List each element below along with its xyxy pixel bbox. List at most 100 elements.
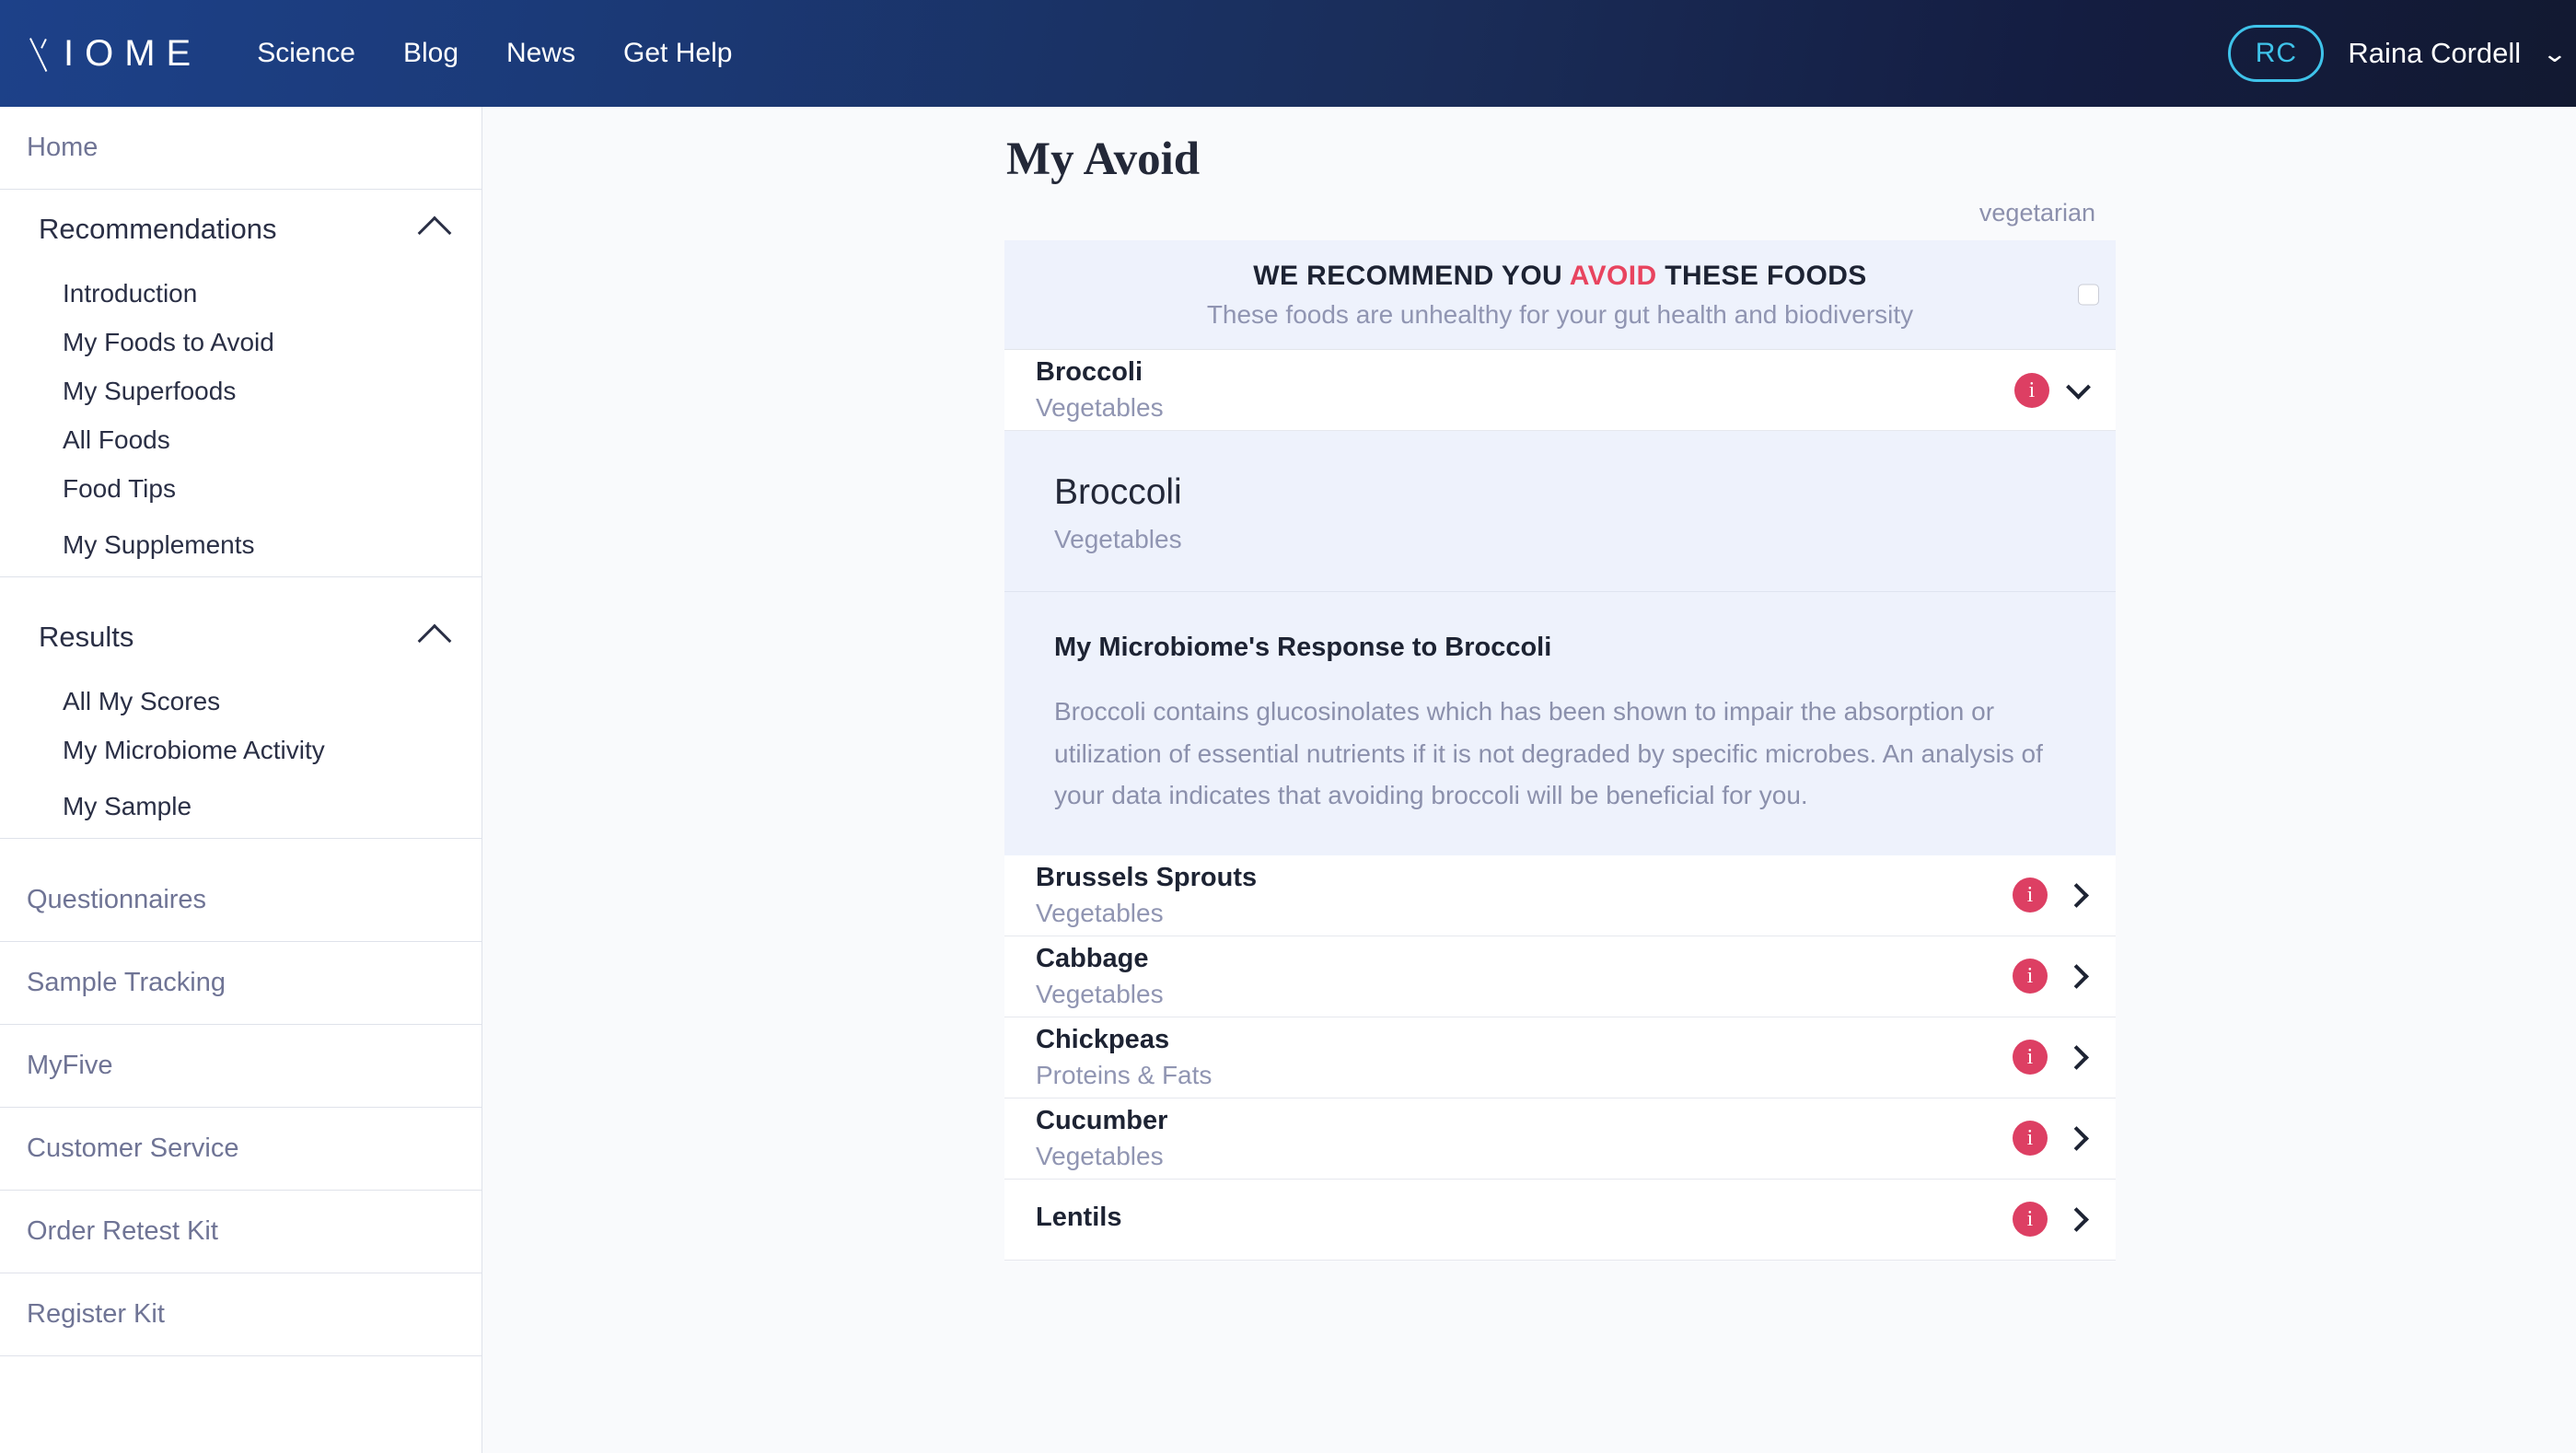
account-menu[interactable]: RC Raina Cordell ⌄ [2228, 0, 2568, 107]
sidebar-item-sample-tracking[interactable]: Sample Tracking [0, 942, 482, 1025]
sidebar-group-label: Results [39, 621, 134, 653]
info-icon[interactable]: i [2013, 1040, 2048, 1075]
chevron-down-icon[interactable]: ⌄ [2542, 40, 2568, 68]
sidebar-item-my-sample[interactable]: My Sample [0, 774, 482, 839]
sidebar-item-all-my-scores[interactable]: All My Scores [0, 677, 482, 726]
sidebar-item-register-kit[interactable]: Register Kit [0, 1273, 482, 1356]
avoid-banner: WE RECOMMEND YOU AVOID THESE FOODS These… [1004, 240, 2116, 350]
info-icon[interactable]: i [2013, 1121, 2048, 1157]
sidebar-item-label: Sample Tracking [27, 968, 226, 997]
sidebar-item-label: Order Retest Kit [27, 1216, 218, 1246]
table-row[interactable]: Cabbage Vegetables i [1004, 936, 2116, 1017]
sidebar-item-label: Customer Service [27, 1133, 239, 1163]
sidebar-group-recommendations[interactable]: Recommendations [0, 190, 482, 269]
food-detail-panel: Broccoli Vegetables My Microbiome's Resp… [1004, 431, 2116, 855]
sidebar-group-label: Recommendations [39, 213, 277, 245]
sidebar-item-label: Home [27, 133, 99, 162]
table-row[interactable]: Chickpeas Proteins & Fats i [1004, 1017, 2116, 1098]
food-category: Vegetables [1036, 898, 1164, 927]
chevron-right-icon[interactable] [2064, 1206, 2089, 1232]
row-actions: i [2013, 878, 2091, 913]
sidebar-item-label: All Foods [63, 424, 170, 454]
sidebar-item-food-tips[interactable]: Food Tips [0, 464, 482, 513]
banner-checkbox[interactable] [2078, 284, 2099, 306]
page-title: My Avoid [1006, 134, 1201, 185]
main-content: My Avoid vegetarian WE RECOMMEND YOU AVO… [1004, 107, 2116, 1453]
food-detail-text: Broccoli contains glucosinolates which h… [1054, 696, 2043, 810]
chevron-right-icon[interactable] [2064, 963, 2089, 989]
food-detail-header: Broccoli Vegetables [1004, 431, 2116, 592]
sidebar-item-my-foods-to-avoid[interactable]: My Foods to Avoid [0, 318, 482, 366]
row-actions: i [2013, 1202, 2091, 1238]
food-name: Lentils [1036, 1203, 1122, 1233]
sidebar-item-label: My Foods to Avoid [63, 327, 274, 356]
sidebar-item-label: MyFive [27, 1051, 113, 1080]
chevron-up-icon[interactable] [417, 215, 452, 250]
info-icon[interactable]: i [2013, 1202, 2048, 1238]
viome-logo[interactable]: IOME [28, 33, 202, 75]
table-row[interactable]: Cucumber Vegetables i [1004, 1098, 2116, 1180]
food-category: Proteins & Fats [1036, 1060, 1213, 1089]
food-category: Vegetables [1036, 1141, 1164, 1170]
logo-text: IOME [64, 32, 203, 74]
chevron-right-icon[interactable] [2064, 1125, 2089, 1151]
sidebar-item-myfive[interactable]: MyFive [0, 1025, 482, 1108]
banner-subtitle: These foods are unhealthy for your gut h… [1206, 299, 1914, 329]
info-icon[interactable]: i [2013, 959, 2048, 994]
info-icon[interactable]: i [2013, 878, 2048, 913]
table-row[interactable]: Broccoli Vegetables i [1004, 350, 2116, 431]
table-row[interactable]: Lentils i [1004, 1179, 2116, 1261]
food-name: Cabbage [1036, 943, 1149, 973]
nav-item-get-help[interactable]: Get Help [623, 38, 732, 69]
banner-title-after: THESE FOODS [1656, 260, 1867, 291]
sidebar: Home Recommendations Introduction My Foo… [0, 107, 482, 1453]
chevron-up-icon[interactable] [417, 623, 452, 658]
main-nav: Science Blog News Get Help [257, 38, 732, 69]
food-detail-category: Vegetables [1054, 524, 1182, 553]
nav-item-blog[interactable]: Blog [403, 38, 458, 69]
avatar[interactable]: RC [2228, 25, 2325, 82]
sidebar-item-questionnaires[interactable]: Questionnaires [0, 859, 482, 942]
chevron-right-icon[interactable] [2064, 882, 2089, 908]
row-actions: i [2013, 959, 2091, 994]
row-actions: i [2013, 1040, 2091, 1075]
food-detail-body: My Microbiome's Response to Broccoli Bro… [1004, 592, 2116, 855]
sidebar-item-introduction[interactable]: Introduction [0, 269, 482, 318]
food-category: Vegetables [1036, 393, 1164, 423]
sidebar-item-label: My Sample [63, 791, 192, 820]
sidebar-item-my-supplements[interactable]: My Supplements [0, 513, 482, 577]
chevron-down-icon[interactable] [2066, 374, 2091, 400]
food-category: Vegetables [1036, 979, 1164, 1008]
logo-v-mark [28, 36, 55, 71]
food-detail-name: Broccoli [1054, 472, 1182, 512]
sidebar-item-customer-service[interactable]: Customer Service [0, 1108, 482, 1191]
diet-preference-tag: vegetarian [1978, 199, 2095, 227]
sidebar-item-label: All My Scores [63, 686, 221, 715]
sidebar-item-label: Introduction [63, 278, 198, 308]
sidebar-item-home[interactable]: Home [0, 107, 482, 190]
sidebar-item-my-microbiome-activity[interactable]: My Microbiome Activity [0, 726, 482, 774]
banner-title-highlight: AVOID [1569, 260, 1657, 291]
sidebar-item-all-foods[interactable]: All Foods [0, 415, 482, 464]
info-icon[interactable]: i [2014, 372, 2049, 408]
sidebar-item-order-retest-kit[interactable]: Order Retest Kit [0, 1191, 482, 1273]
banner-title: WE RECOMMEND YOU AVOID THESE FOODS [1253, 261, 1866, 292]
sidebar-item-label: My Microbiome Activity [63, 735, 325, 764]
row-actions: i [2014, 372, 2091, 408]
banner-title-before: WE RECOMMEND YOU [1253, 260, 1570, 291]
account-name: Raina Cordell [2348, 37, 2522, 69]
chevron-right-icon[interactable] [2064, 1044, 2089, 1070]
nav-item-science[interactable]: Science [257, 38, 355, 69]
row-actions: i [2013, 1121, 2091, 1157]
sidebar-item-my-superfoods[interactable]: My Superfoods [0, 366, 482, 415]
food-name: Brussels Sprouts [1036, 862, 1258, 892]
sidebar-item-label: Questionnaires [27, 885, 207, 914]
sidebar-group-results[interactable]: Results [0, 598, 482, 677]
food-name: Chickpeas [1036, 1024, 1170, 1054]
food-detail-section-title: My Microbiome's Response to Broccoli [1054, 632, 1552, 662]
nav-item-news[interactable]: News [506, 38, 575, 69]
food-name: Cucumber [1036, 1105, 1168, 1135]
sidebar-item-label: My Superfoods [63, 376, 237, 405]
sidebar-item-label: Register Kit [27, 1299, 165, 1329]
table-row[interactable]: Brussels Sprouts Vegetables i [1004, 854, 2116, 936]
